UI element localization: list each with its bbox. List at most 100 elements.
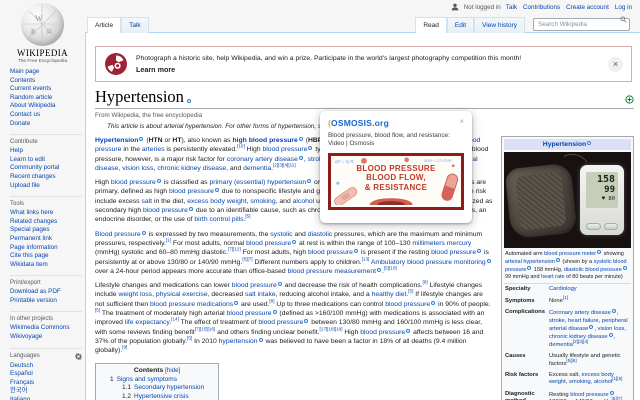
inline-link[interactable]: chronic kidney disease bbox=[157, 165, 226, 172]
osmosis-term-icon[interactable] bbox=[308, 146, 313, 151]
osmosis-term-icon[interactable] bbox=[141, 230, 146, 235]
reference-link[interactable]: [5][7] bbox=[242, 256, 252, 261]
banner-close-button[interactable]: × bbox=[608, 56, 623, 72]
banner-learn-more[interactable]: Learn more bbox=[136, 65, 521, 74]
osmosis-term-icon[interactable] bbox=[555, 258, 560, 263]
osmosis-term-icon[interactable] bbox=[477, 249, 482, 254]
osmosis-term-icon[interactable] bbox=[597, 250, 602, 255]
sidebar-item[interactable]: Main page bbox=[10, 68, 82, 77]
inline-link[interactable]: vision loss bbox=[598, 326, 625, 332]
inline-link[interactable]: Coronary artery disease bbox=[549, 310, 611, 316]
view-tab[interactable]: Read bbox=[415, 17, 447, 33]
reference-link[interactable]: [7][12] bbox=[228, 247, 241, 252]
toc-item-link[interactable]: Secondary hypertension bbox=[134, 384, 204, 391]
reference-link[interactable]: [5][6] bbox=[566, 358, 576, 363]
osmosis-term-icon[interactable] bbox=[622, 266, 627, 271]
osmosis-term-icon[interactable] bbox=[156, 179, 161, 184]
inline-link[interactable]: arterial hypertension bbox=[505, 259, 555, 265]
view-tab[interactable]: Edit bbox=[446, 17, 475, 33]
osmosis-term-icon[interactable] bbox=[431, 300, 436, 305]
inline-link[interactable]: blood pressure bbox=[246, 240, 291, 247]
osmosis-term-icon[interactable] bbox=[234, 300, 239, 305]
inline-link[interactable]: vision loss bbox=[122, 165, 153, 172]
inline-link[interactable]: dementia bbox=[549, 342, 573, 348]
osmosis-term-icon[interactable] bbox=[298, 155, 303, 160]
inline-link[interactable]: blood pressure bbox=[570, 392, 608, 398]
osmosis-term-icon[interactable] bbox=[258, 337, 263, 342]
sidebar-item[interactable]: Special pages bbox=[10, 226, 82, 235]
reference-link[interactable]: [2][3][4][11] bbox=[273, 163, 296, 168]
osmosis-term-icon[interactable] bbox=[188, 207, 193, 212]
search-input[interactable] bbox=[533, 18, 630, 31]
reference-link[interactable]: [14] bbox=[171, 317, 179, 322]
inline-link[interactable]: Hypertension bbox=[95, 137, 138, 144]
inline-link[interactable]: systolic bbox=[270, 231, 292, 238]
inline-link[interactable]: blood pressure medications bbox=[150, 301, 233, 308]
site-banner[interactable]: Photograph a historic site, help Wikiped… bbox=[95, 46, 632, 82]
toc-item-link[interactable]: Signs and symptoms bbox=[117, 376, 177, 383]
osmosis-term-icon[interactable] bbox=[139, 137, 144, 141]
osmosis-term-icon[interactable] bbox=[589, 325, 594, 330]
page-tab[interactable]: Article bbox=[87, 17, 122, 33]
inline-link[interactable]: Cardiology bbox=[549, 286, 577, 292]
sidebar-item[interactable]: Donate bbox=[10, 120, 82, 129]
toc-item-link[interactable]: Hypertensive crisis bbox=[134, 393, 189, 400]
personal-link[interactable]: Create account bbox=[566, 4, 609, 11]
inline-link[interactable]: Blood pressure bbox=[95, 231, 141, 238]
personal-link[interactable]: Talk bbox=[506, 4, 517, 11]
reference-link[interactable]: [5] bbox=[245, 214, 250, 219]
inline-link[interactable]: blood pressure bbox=[431, 249, 476, 256]
sidebar-item[interactable]: Community portal bbox=[10, 164, 82, 173]
inline-link[interactable]: blood pressure bbox=[360, 329, 405, 336]
osmosis-term-icon[interactable] bbox=[486, 258, 491, 263]
toc-hide-toggle[interactable]: [hide] bbox=[165, 367, 180, 374]
osmosis-term-icon[interactable] bbox=[527, 266, 532, 271]
personal-link[interactable]: Log in bbox=[615, 4, 632, 11]
inline-link[interactable]: birth control pills bbox=[194, 216, 243, 223]
sidebar-item[interactable]: Cite this page bbox=[10, 252, 82, 261]
inline-link[interactable]: blood pressure measurement bbox=[288, 268, 376, 275]
inline-link[interactable]: millimeters mercury bbox=[412, 240, 471, 247]
inline-link[interactable]: smoking bbox=[250, 198, 275, 205]
sidebar-item[interactable]: Download as PDF bbox=[10, 288, 82, 297]
sidebar-item[interactable]: Related changes bbox=[10, 218, 82, 227]
inline-link[interactable]: blood pressure bbox=[258, 319, 303, 326]
inline-link[interactable]: weight loss bbox=[118, 291, 152, 298]
sidebar-item[interactable]: Permanent link bbox=[10, 235, 82, 244]
inline-link[interactable]: blood pressure bbox=[169, 188, 214, 195]
osmosis-term-icon[interactable] bbox=[353, 249, 358, 254]
reference-link[interactable]: [17][18][19] bbox=[319, 326, 342, 332]
page-tab[interactable]: Talk bbox=[121, 17, 149, 33]
inline-link[interactable]: alcohol bbox=[594, 379, 612, 385]
inline-link[interactable]: alcohol bbox=[293, 198, 315, 205]
inline-link[interactable]: primary (essential) hypertension bbox=[209, 179, 306, 186]
reference-link[interactable]: [5][7] bbox=[612, 396, 622, 400]
inline-link[interactable]: smoking bbox=[569, 379, 591, 385]
inline-link[interactable]: excess body weight bbox=[187, 198, 246, 205]
sidebar-item[interactable]: Page information bbox=[10, 244, 82, 253]
sidebar-item[interactable]: Learn to edit bbox=[10, 156, 82, 165]
inline-link[interactable]: high blood pressure bbox=[232, 137, 297, 144]
inline-link[interactable]: Ambulatory blood pressure monitoring bbox=[371, 259, 486, 266]
inline-link[interactable]: salt intake bbox=[245, 291, 276, 298]
osmosis-term-icon[interactable] bbox=[272, 310, 277, 315]
osmosis-term-icon[interactable] bbox=[608, 333, 613, 338]
sidebar-item[interactable]: Help bbox=[10, 147, 82, 156]
inline-link[interactable]: diastolic bbox=[308, 231, 333, 238]
video-thumbnail[interactable]: ΔP = Q·R MAP = CO·SVR BLOOD PRESSURE BLO… bbox=[328, 152, 464, 210]
osmosis-term-icon[interactable] bbox=[376, 267, 381, 272]
osmosis-term-icon[interactable] bbox=[406, 328, 411, 333]
reference-link[interactable]: [1] bbox=[563, 295, 568, 300]
sidebar-item[interactable]: Wikivoyage bbox=[10, 333, 82, 342]
inline-link[interactable]: healthy diet bbox=[372, 291, 407, 298]
inline-link[interactable]: blood pressure bbox=[111, 179, 156, 186]
inline-link[interactable]: blood pressure meter bbox=[544, 251, 596, 257]
inline-link[interactable]: hypertension bbox=[219, 338, 258, 345]
inline-link[interactable]: blood pressure bbox=[308, 249, 353, 256]
inline-link[interactable]: heart failure bbox=[568, 318, 599, 324]
infobox-title-text[interactable]: Hypertension bbox=[543, 141, 586, 148]
wordmark[interactable]: WIKIPEDIA The Free Encyclopedia bbox=[0, 48, 85, 64]
inline-link[interactable]: arteries bbox=[142, 146, 165, 153]
personal-link[interactable]: Contributions bbox=[523, 4, 560, 11]
osmosis-term-icon[interactable] bbox=[611, 309, 616, 314]
